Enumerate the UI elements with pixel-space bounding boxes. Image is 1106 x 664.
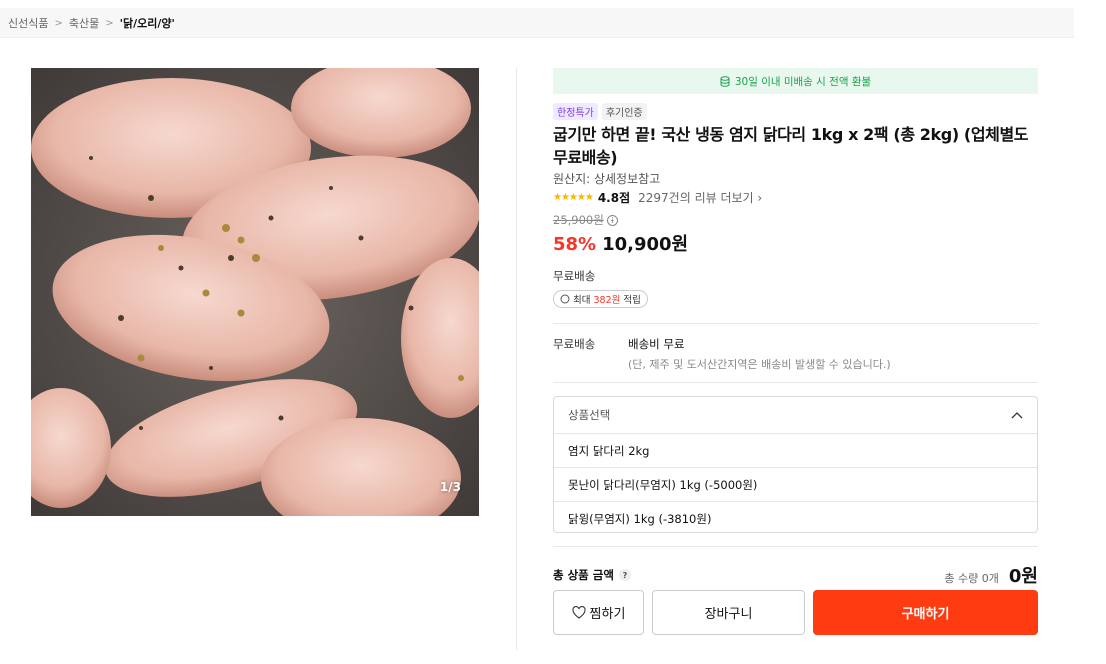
breadcrumb-item[interactable]: 신선식품 [8,15,48,31]
cart-button[interactable]: 장바구니 [652,590,805,635]
original-price-value: 25,900원 [553,213,604,227]
chevron-right-icon: › [757,191,763,205]
review-link-label: 2297건의 리뷰 더보기 [638,191,754,205]
product-info: 30일 이내 미배송 시 전액 환불 한정특가 후기인증 굽기만 하면 끝! 국… [553,68,1038,635]
chevron-right-icon: > [105,17,114,29]
chevron-up-icon[interactable] [1011,411,1023,419]
option-select[interactable]: 상품선택 염지 닭다리 2kg 못난이 닭다리(무염지) 1kg (-5000원… [553,396,1038,533]
product-image[interactable]: 1/3 [31,68,479,516]
shipping-detail-key: 무료배송 [553,337,596,351]
info-icon[interactable]: i [606,214,618,226]
breadcrumb-item[interactable]: 축산물 [69,15,99,31]
divider [553,382,1038,383]
breadcrumb-bar: 신선식품 > 축산물 > '닭/오리/양' [0,8,1074,38]
buy-button[interactable]: 구매하기 [813,590,1038,635]
wishlist-label: 찜하기 [589,607,626,622]
option-select-placeholder: 상품선택 [568,408,611,422]
chevron-right-icon: > [54,17,63,29]
product-origin: 원산지: 상세정보참고 [553,172,661,186]
total-quantity: 총 수량 0개 [944,572,999,585]
breadcrumb-current[interactable]: '닭/오리/양' [120,15,175,31]
refund-notice: 30일 이내 미배송 시 전액 환불 [553,68,1038,94]
option-select-header[interactable]: 상품선택 [554,397,1037,433]
points-suffix: 적립 [623,295,641,306]
refund-notice-text: 30일 이내 미배송 시 전액 환불 [734,75,872,88]
points-badge: 최대 382원 적립 [553,290,648,308]
review-verified-badge: 후기인증 [601,103,647,120]
shipping-note: (단, 제주 및 도서산간지역은 배송비 발생할 수 있습니다.) [628,358,891,371]
rating-row: ★★★★★ 4.8점 2297건의 리뷰 더보기 › [553,189,762,206]
breadcrumb: 신선식품 > 축산물 > '닭/오리/양' [8,15,175,31]
option-item[interactable]: 염지 닭다리 2kg [554,433,1037,467]
price-row: 58% 10,900원 [553,230,688,256]
shipping-label: 무료배송 [553,269,596,283]
shipping-detail: 무료배송 배송비 무료 (단, 제주 및 도서산간지역은 배송비 발생할 수 있… [553,336,891,372]
coin-icon [560,294,570,304]
total-label: 총 상품 금액 [553,568,614,582]
review-link[interactable]: 2297건의 리뷰 더보기 › [638,189,762,206]
divider [553,546,1038,547]
original-price: 25,900원 i [553,212,618,228]
points-prefix: 최대 [573,295,591,306]
coin-stack-icon [720,75,730,87]
option-item[interactable]: 닭윙(무염지) 1kg (-3810원) [554,501,1037,535]
sale-price: 10,900원 [602,234,689,255]
product-title: 굽기만 하면 끝! 국산 냉동 염지 닭다리 1kg x 2팩 (총 2kg) … [553,125,1029,167]
badge-group: 한정특가 후기인증 [553,103,647,120]
divider [516,68,517,650]
image-counter: 1/3 [439,480,461,494]
heart-icon [571,606,586,619]
total-row: 총 상품 금액 ? 총 수량 0개 0원 [553,562,1038,588]
star-rating-icon: ★★★★★ [553,192,594,203]
chicken-photo [31,68,479,516]
discount-rate: 58% [553,234,597,255]
action-buttons: 찜하기 장바구니 구매하기 [553,590,1038,635]
help-icon[interactable]: ? [618,569,631,581]
option-item[interactable]: 못난이 닭다리(무염지) 1kg (-5000원) [554,467,1037,501]
total-price: 0원 [1008,566,1038,587]
wishlist-button[interactable]: 찜하기 [553,590,644,635]
limited-deal-badge: 한정특가 [553,103,598,120]
points-value: 382원 [593,295,621,306]
rating-score: 4.8점 [597,191,631,205]
divider [553,323,1038,324]
shipping-fee: 배송비 무료 [628,337,685,351]
